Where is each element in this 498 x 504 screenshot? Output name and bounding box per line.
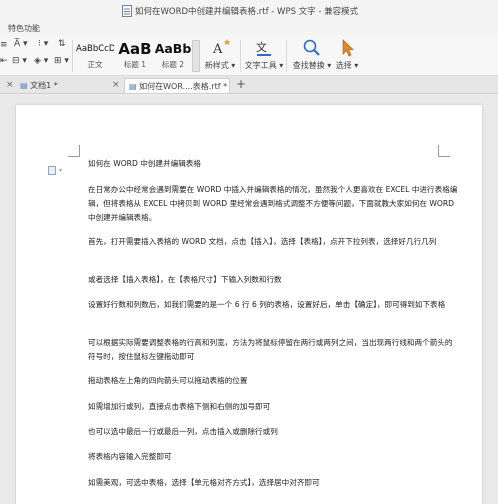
ribbon-tab-row: 特色功能 bbox=[0, 22, 498, 36]
new-style-icon: A bbox=[212, 39, 230, 57]
ribbon: ≡ A̅ ▾ ⁝ ▾ ⇅ ⇤ ⊟ ▾ ◈ ▾ ⊞ ▾ AaBbCcD 正文 Aa… bbox=[0, 36, 498, 76]
text-tools-icon: 文 bbox=[256, 40, 271, 56]
text-tools-label: 文字工具 bbox=[244, 61, 277, 70]
style-heading-1[interactable]: AaB 标题 1 bbox=[116, 39, 154, 73]
align-icon[interactable]: ≡ bbox=[0, 40, 8, 50]
ribbon-divider bbox=[240, 40, 241, 72]
ribbon-divider bbox=[72, 40, 73, 72]
style-heading-1-preview: AaB bbox=[118, 40, 152, 58]
find-replace-label: 查找替换 bbox=[292, 61, 325, 70]
tab-special-features[interactable]: 特色功能 bbox=[8, 23, 40, 34]
document-icon: ▤ bbox=[20, 81, 28, 90]
margin-corner-mark bbox=[68, 145, 80, 157]
document-icon bbox=[122, 5, 132, 17]
style-gallery-more-button[interactable] bbox=[192, 40, 200, 72]
indent-icon[interactable]: ⇤ bbox=[0, 56, 8, 66]
paragraph-handle-icon[interactable] bbox=[48, 166, 66, 175]
style-heading-2-preview: AaBb bbox=[154, 41, 192, 56]
paragraph-3[interactable]: 或者选择【插入表格】，在【表格尺寸】下输入列数和行数 bbox=[88, 273, 458, 287]
style-heading-2-label: 标题 2 bbox=[161, 60, 185, 69]
dropdown-arrow-icon: ▾ bbox=[228, 61, 236, 70]
new-style-button[interactable]: A 新样式 ▾ bbox=[202, 38, 238, 71]
find-replace-button[interactable]: 查找替换 ▾ bbox=[290, 38, 334, 71]
style-heading-1-label: 标题 1 bbox=[123, 60, 147, 69]
title-bar: 如何在WORD中创建并编辑表格.rtf - WPS 文字 - 兼容模式 bbox=[0, 0, 498, 22]
style-normal-label: 正文 bbox=[87, 60, 103, 69]
document-tab-bar: × ▤ 文档1 * × ▤ 如何在WOR....表格.rtf * + bbox=[0, 76, 498, 94]
svg-text:文: 文 bbox=[256, 40, 267, 54]
paragraph-8[interactable]: 也可以选中最后一行或最后一列，点击插入或删除行或列 bbox=[88, 425, 458, 439]
style-normal[interactable]: AaBbCcD 正文 bbox=[76, 39, 114, 73]
sort-icon[interactable]: ⇅ bbox=[58, 39, 66, 49]
shading-icon[interactable]: ◈ ▾ bbox=[34, 56, 48, 66]
dropdown-arrow-icon: ▾ bbox=[276, 61, 284, 70]
dropdown-arrow-icon: ▾ bbox=[351, 61, 359, 70]
search-icon bbox=[303, 39, 320, 56]
close-all-icon[interactable]: × bbox=[6, 78, 14, 93]
window-title: 如何在WORD中创建并编辑表格.rtf - WPS 文字 - 兼容模式 bbox=[135, 7, 359, 17]
ribbon-divider bbox=[286, 40, 287, 72]
borders-icon[interactable]: ⊟ ▾ bbox=[12, 56, 27, 66]
font-size-grow-icon[interactable]: A̅ ▾ bbox=[14, 39, 28, 49]
paragraph-1[interactable]: 在日常办公中经常会遇到需要在 WORD 中插入并编辑表格的情况，虽然我个人更喜欢… bbox=[88, 183, 458, 225]
tab-current-document-label: 如何在WOR....表格.rtf bbox=[139, 82, 221, 91]
modified-marker: * bbox=[220, 82, 228, 91]
document-workspace: 如何在 WORD 中创建并编辑表格 在日常办公中经常会遇到需要在 WORD 中插… bbox=[0, 95, 498, 504]
tab-document-1-label: 文档1 bbox=[30, 81, 52, 90]
line-spacing-icon[interactable]: ⁝ ▾ bbox=[38, 39, 48, 49]
select-button[interactable]: 选择 ▾ bbox=[334, 38, 360, 71]
paragraph-9[interactable]: 将表格内容输入完整即可 bbox=[88, 450, 458, 464]
dropdown-arrow-icon: ▾ bbox=[324, 61, 332, 70]
paragraph-6[interactable]: 拖动表格左上角的四向箭头可以拖动表格的位置 bbox=[88, 374, 458, 388]
paragraph-5[interactable]: 可以根据实际需要调整表格的行高和列宽，方法为将鼠标停留在两行或两列之间，当出现两… bbox=[88, 336, 458, 364]
style-heading-2[interactable]: AaBb 标题 2 bbox=[154, 39, 192, 73]
modified-marker: * bbox=[51, 81, 58, 90]
paragraph-7[interactable]: 如需增加行或列，直接点击表格下侧和右侧的加号即可 bbox=[88, 400, 458, 414]
paragraph-10[interactable]: 如需美观，可选中表格，选择【单元格对齐方式】，选择居中对齐即可 bbox=[88, 476, 458, 490]
paragraph-4[interactable]: 设置好行数和列数后，如我们需要的是一个 6 行 6 列的表格，设置好后，单击【确… bbox=[88, 298, 458, 312]
select-label: 选择 bbox=[335, 61, 352, 70]
paragraph-2[interactable]: 首先，打开需要插入表格的 WORD 文档，点击【插入】，选择【表格】，点开下拉列… bbox=[88, 235, 458, 249]
text-tools-button[interactable]: 文 文字工具 ▾ bbox=[244, 38, 284, 71]
margin-corner-mark bbox=[438, 145, 450, 157]
svg-text:A: A bbox=[212, 42, 223, 57]
document-title[interactable]: 如何在 WORD 中创建并编辑表格 bbox=[88, 157, 458, 171]
document-icon: ▤ bbox=[129, 82, 137, 91]
document-page[interactable]: 如何在 WORD 中创建并编辑表格 在日常办公中经常会遇到需要在 WORD 中插… bbox=[16, 105, 482, 504]
new-style-label: 新样式 bbox=[204, 61, 229, 70]
tab-current-document[interactable]: ▤ 如何在WOR....表格.rtf * bbox=[124, 78, 230, 93]
tab-document-1[interactable]: ▤ 文档1 * bbox=[20, 78, 58, 93]
new-tab-button[interactable]: + bbox=[236, 77, 246, 92]
table-border-icon[interactable]: ⊞ ▾ bbox=[54, 56, 69, 66]
style-normal-preview: AaBbCcD bbox=[76, 44, 114, 54]
cursor-arrow-icon bbox=[342, 39, 354, 57]
close-tab-icon[interactable]: × bbox=[112, 78, 120, 93]
